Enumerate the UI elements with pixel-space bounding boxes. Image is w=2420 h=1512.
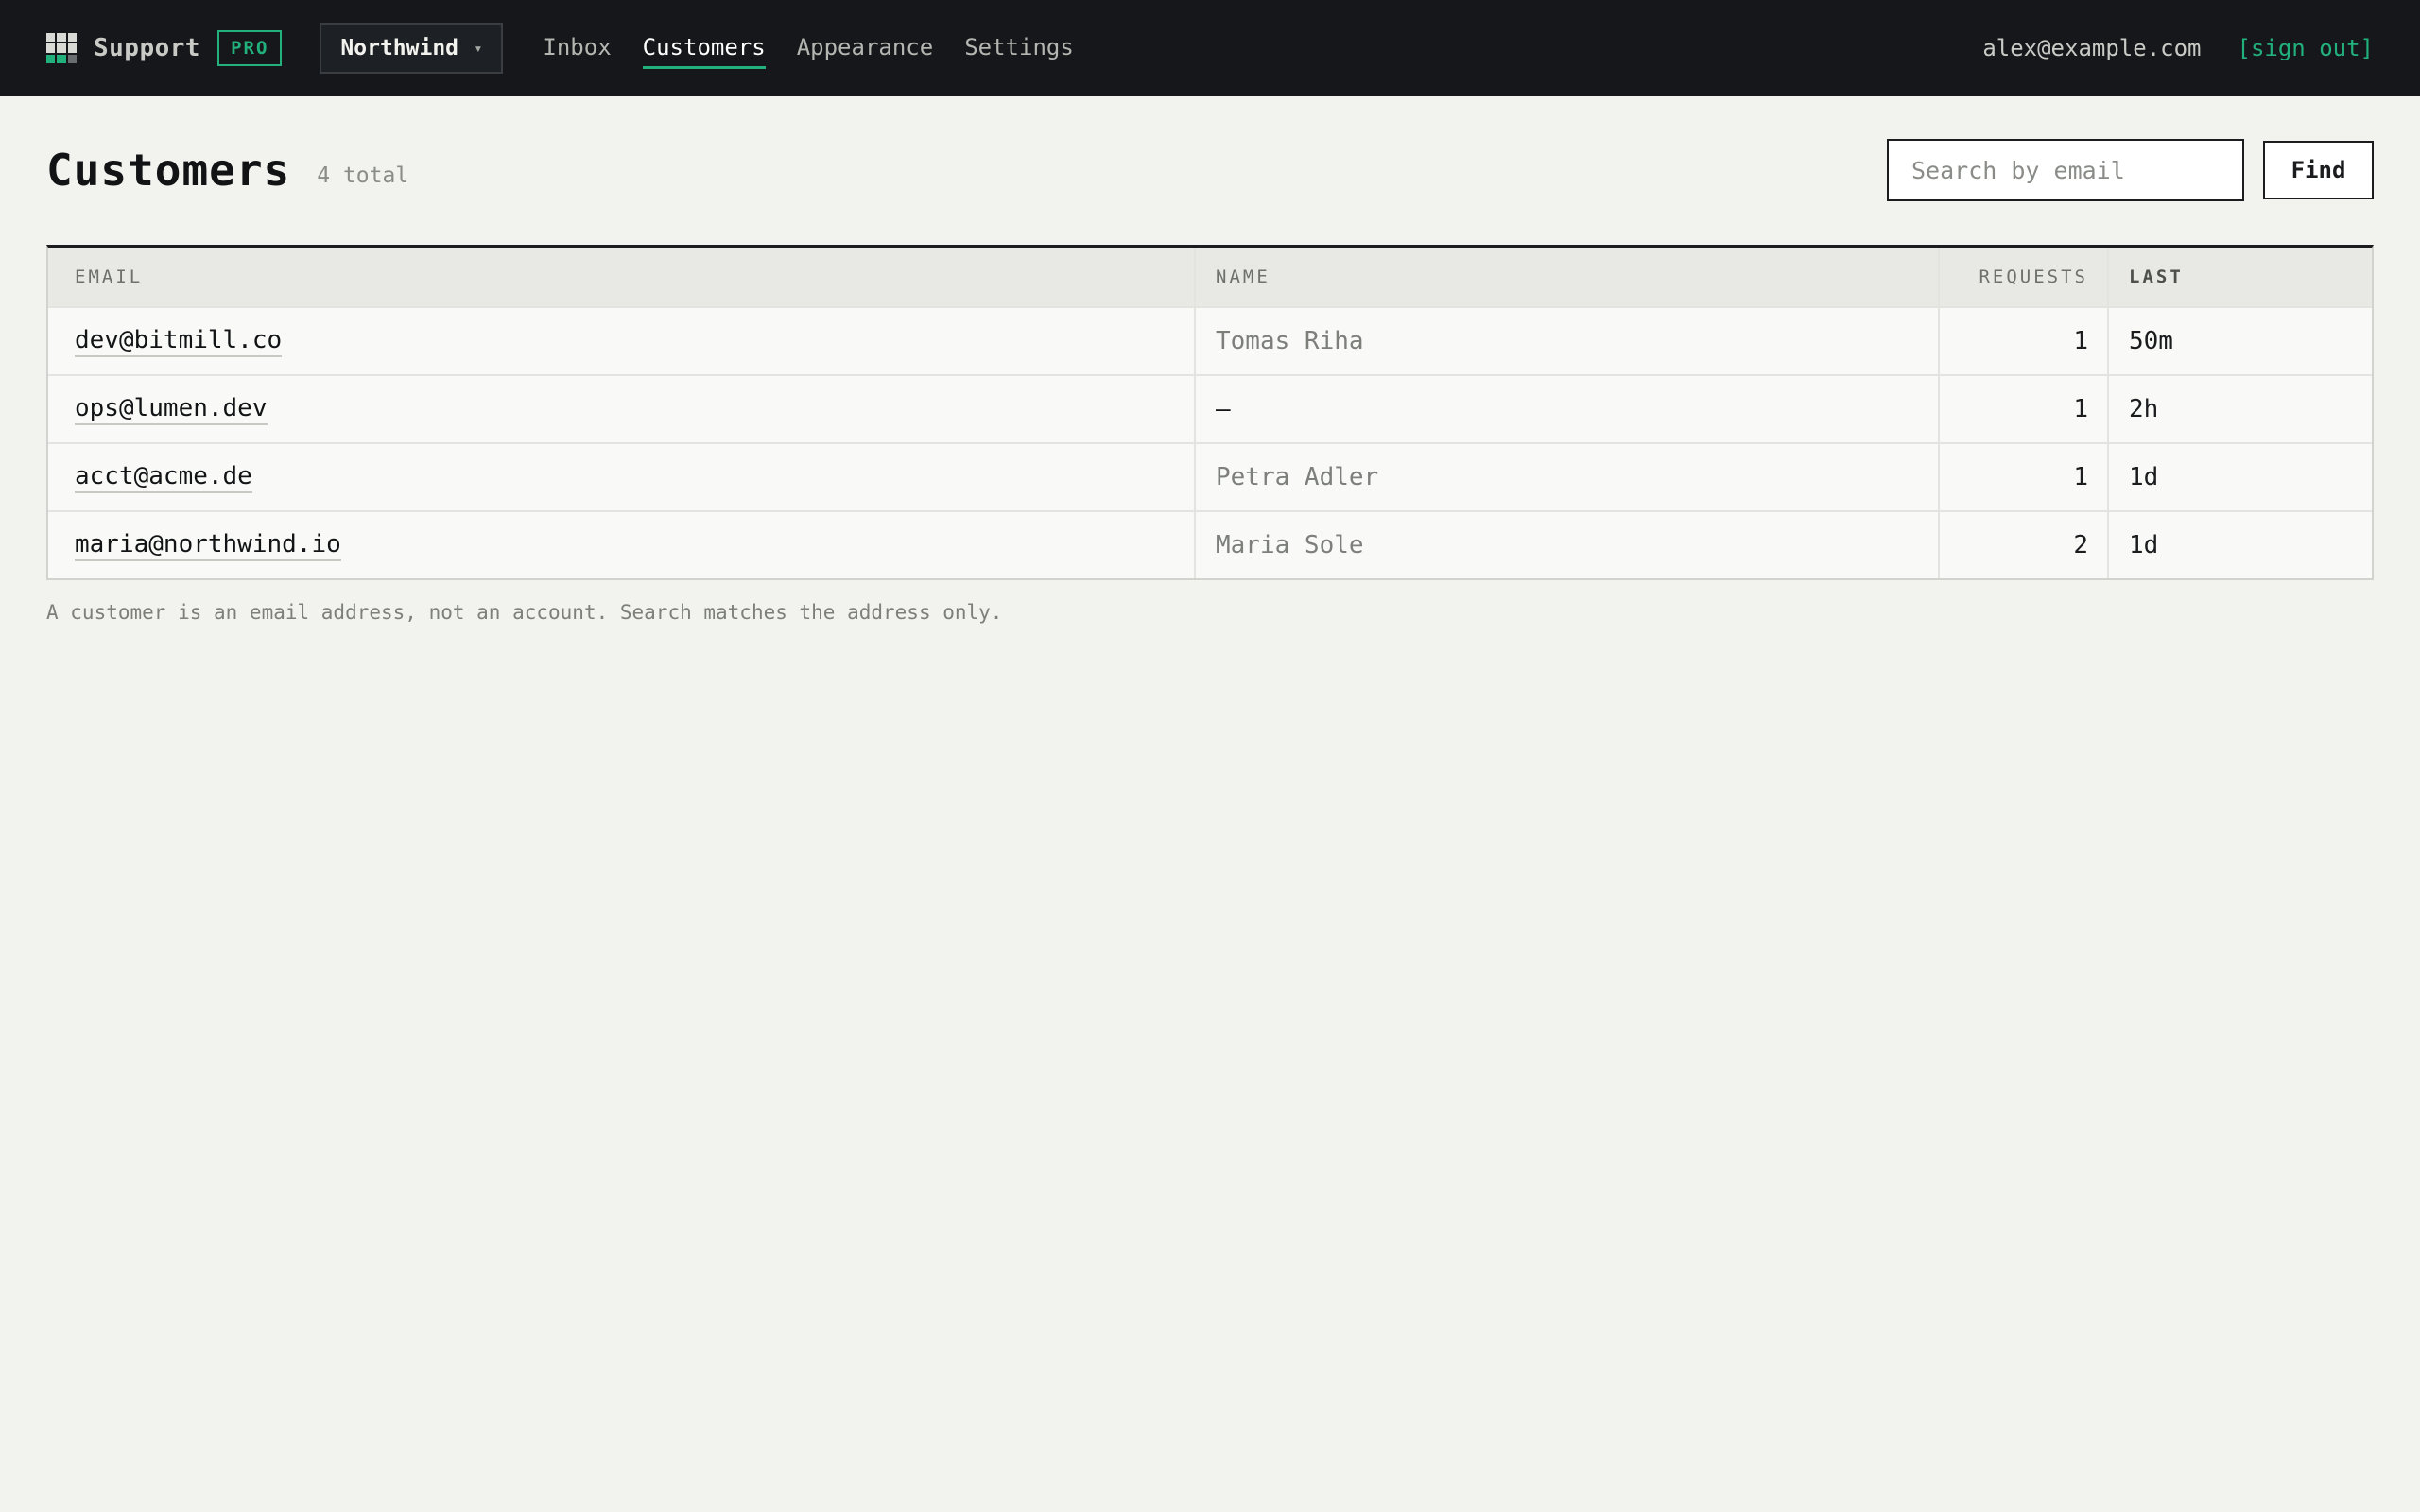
search-area: Find <box>1887 139 2374 201</box>
last-cell: 1d <box>2129 463 2159 491</box>
nav-inbox[interactable]: Inbox <box>543 28 611 69</box>
column-header-requests[interactable]: REQUESTS <box>1940 248 2109 306</box>
user-area: alex@example.com [sign out] <box>1982 35 2374 61</box>
customer-email-link[interactable]: ops@lumen.dev <box>75 394 268 425</box>
chevron-down-icon: ▾ <box>474 40 483 57</box>
name-cell: Tomas Riha <box>1196 308 1940 374</box>
name-cell: Petra Adler <box>1196 444 1940 510</box>
column-header-email[interactable]: EMAIL <box>48 248 1196 306</box>
main-nav: Inbox Customers Appearance Settings <box>543 0 1104 96</box>
top-bar: Support PRO Northwind ▾ Inbox Customers … <box>0 0 2420 96</box>
requests-cell: 1 <box>1940 308 2109 374</box>
customers-table: EMAIL NAME REQUESTS LAST dev@bitmill.co … <box>46 245 2374 580</box>
workspace-select[interactable]: Northwind ▾ <box>320 23 504 74</box>
table-row[interactable]: ops@lumen.dev — 1 2h <box>48 374 2372 442</box>
name-cell: Maria Sole <box>1196 512 1940 578</box>
nav-customers[interactable]: Customers <box>642 28 766 69</box>
requests-cell: 1 <box>1940 376 2109 442</box>
email-cell: maria@northwind.io <box>48 512 1196 578</box>
brand-name[interactable]: Support <box>94 34 200 62</box>
user-email: alex@example.com <box>1982 35 2202 61</box>
table-header: EMAIL NAME REQUESTS LAST <box>48 248 2372 306</box>
table-row[interactable]: dev@bitmill.co Tomas Riha 1 50m <box>48 306 2372 374</box>
email-cell: dev@bitmill.co <box>48 308 1196 374</box>
customer-email-link[interactable]: maria@northwind.io <box>75 530 341 561</box>
column-header-last[interactable]: LAST <box>2109 248 2372 306</box>
nav-appearance[interactable]: Appearance <box>797 28 934 69</box>
pro-badge: PRO <box>217 30 283 66</box>
search-input[interactable] <box>1887 139 2244 201</box>
customer-email-link[interactable]: dev@bitmill.co <box>75 326 283 357</box>
table-footnote: A customer is an email address, not an a… <box>46 601 1003 624</box>
column-header-name[interactable]: NAME <box>1196 248 1940 306</box>
nav-settings[interactable]: Settings <box>964 28 1074 69</box>
customer-email-link[interactable]: acct@acme.de <box>75 462 252 493</box>
name-cell: — <box>1196 376 1940 442</box>
email-cell: acct@acme.de <box>48 444 1196 510</box>
page-title: Customers <box>46 145 291 196</box>
last-cell: 1d <box>2129 531 2159 559</box>
table-row[interactable]: maria@northwind.io Maria Sole 2 1d <box>48 510 2372 578</box>
requests-cell: 2 <box>1940 512 2109 578</box>
find-button[interactable]: Find <box>2263 141 2374 199</box>
page-header: Customers 4 total Find <box>46 132 2374 208</box>
requests-cell: 1 <box>1940 444 2109 510</box>
customer-count: 4 total <box>317 163 409 188</box>
workspace-select-value: Northwind <box>340 36 459 60</box>
email-cell: ops@lumen.dev <box>48 376 1196 442</box>
grid-logo-icon[interactable] <box>46 33 77 63</box>
table-row[interactable]: acct@acme.de Petra Adler 1 1d <box>48 442 2372 510</box>
last-cell: 50m <box>2129 327 2173 355</box>
last-cell: 2h <box>2129 395 2159 423</box>
sign-out-link[interactable]: [sign out] <box>2238 35 2375 61</box>
